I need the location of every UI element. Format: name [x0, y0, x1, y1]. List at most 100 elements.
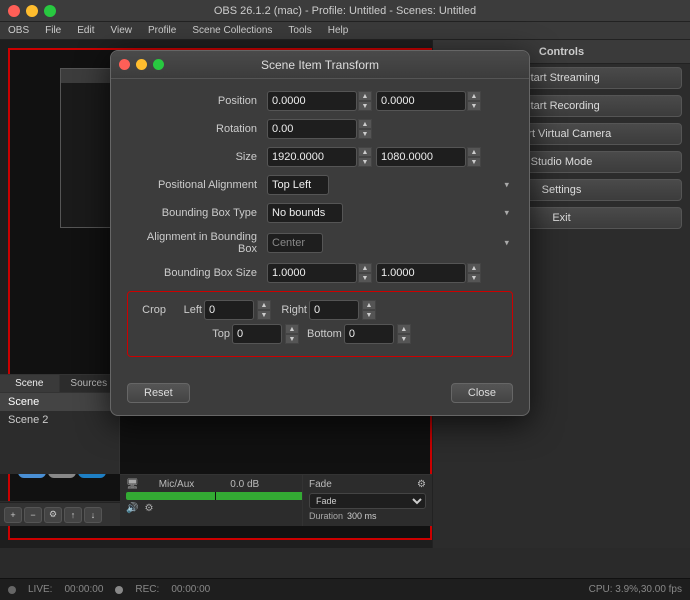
- menu-scene-collections[interactable]: Scene Collections: [188, 24, 276, 37]
- scene-item-2[interactable]: Scene 2: [0, 411, 119, 429]
- menu-view[interactable]: View: [106, 24, 136, 37]
- scenes-tabs[interactable]: Scene Sources: [0, 375, 119, 393]
- down-scene-button[interactable]: ↓: [84, 507, 102, 523]
- bounding-box-size-h-field[interactable]: ▲ ▼: [376, 263, 481, 283]
- fade-settings-icon[interactable]: ⚙: [417, 479, 426, 490]
- cpu-stats: CPU: 3.9%,30.00 fps: [589, 584, 682, 595]
- live-indicator: [8, 586, 16, 594]
- add-scene-button[interactable]: +: [4, 507, 22, 523]
- menu-obs[interactable]: OBS: [4, 24, 33, 37]
- menu-tools[interactable]: Tools: [284, 24, 315, 37]
- up-scene-button[interactable]: ↑: [64, 507, 82, 523]
- crop-section: Crop Left ▲ ▼ Right ▲: [127, 291, 513, 357]
- scene-item-1[interactable]: Scene: [0, 393, 119, 411]
- bounding-box-w-down[interactable]: ▼: [358, 273, 372, 283]
- mixer-settings-icon[interactable]: ⚙: [144, 503, 153, 514]
- crop-left-down[interactable]: ▼: [257, 310, 271, 320]
- maximize-button[interactable]: [44, 5, 56, 17]
- bounding-box-w-up[interactable]: ▲: [358, 263, 372, 273]
- position-y-field[interactable]: ▲ ▼: [376, 91, 481, 111]
- scenes-toolbar[interactable]: + − ⚙ ↑ ↓: [0, 502, 120, 526]
- dialog-window-controls[interactable]: [119, 59, 164, 70]
- crop-right-label: Right: [279, 304, 307, 316]
- positional-alignment-row: Positional Alignment Top Left: [127, 175, 513, 195]
- dialog-close-btn[interactable]: [119, 59, 130, 70]
- crop-bottom-input[interactable]: [344, 324, 394, 344]
- position-x-input[interactable]: [267, 91, 357, 111]
- size-h-field[interactable]: ▲ ▼: [376, 147, 481, 167]
- rotation-down[interactable]: ▼: [358, 129, 372, 139]
- rec-label: REC:: [135, 584, 159, 595]
- settings-scene-button[interactable]: ⚙: [44, 507, 62, 523]
- crop-left-up[interactable]: ▲: [257, 300, 271, 310]
- size-w-down[interactable]: ▼: [358, 157, 372, 167]
- tab-scene[interactable]: Scene: [0, 375, 60, 392]
- menu-bar: OBS File Edit View Profile Scene Collect…: [0, 22, 690, 40]
- crop-bottom-up[interactable]: ▲: [397, 324, 411, 334]
- dialog-footer: Reset Close: [111, 375, 529, 415]
- alignment-bounding-box-wrapper[interactable]: Center: [267, 233, 513, 253]
- position-y-input[interactable]: [376, 91, 466, 111]
- menu-help[interactable]: Help: [324, 24, 353, 37]
- size-h-input[interactable]: [376, 147, 466, 167]
- menu-profile[interactable]: Profile: [144, 24, 180, 37]
- crop-bottom-field[interactable]: Bottom ▲ ▼: [307, 324, 411, 344]
- crop-right-down[interactable]: ▼: [362, 310, 376, 320]
- bounding-box-size-w-field[interactable]: ▲ ▼: [267, 263, 372, 283]
- bounding-box-h-up[interactable]: ▲: [467, 263, 481, 273]
- positional-alignment-wrapper[interactable]: Top Left: [267, 175, 513, 195]
- position-y-up[interactable]: ▲: [467, 91, 481, 101]
- size-h-up[interactable]: ▲: [467, 147, 481, 157]
- size-w-input[interactable]: [267, 147, 357, 167]
- crop-left-input[interactable]: [204, 300, 254, 320]
- menu-file[interactable]: File: [41, 24, 65, 37]
- dialog-title: Scene Item Transform: [261, 58, 379, 72]
- fade-row: Fade ⚙ Fade Duration 300 ms: [302, 474, 432, 526]
- size-w-up[interactable]: ▲: [358, 147, 372, 157]
- crop-right-field[interactable]: Right ▲ ▼: [279, 300, 376, 320]
- window-controls[interactable]: [8, 5, 56, 17]
- rotation-up[interactable]: ▲: [358, 119, 372, 129]
- bounding-box-size-h-input[interactable]: [376, 263, 466, 283]
- rotation-field[interactable]: ▲ ▼: [267, 119, 372, 139]
- close-button[interactable]: [8, 5, 20, 17]
- bounding-box-type-select[interactable]: No bounds: [267, 203, 343, 223]
- reset-button[interactable]: Reset: [127, 383, 190, 403]
- crop-main-label: Crop: [138, 304, 166, 316]
- position-x-down[interactable]: ▼: [358, 101, 372, 111]
- crop-top-down[interactable]: ▼: [285, 334, 299, 344]
- crop-bottom-label: Bottom: [307, 328, 342, 340]
- remove-scene-button[interactable]: −: [24, 507, 42, 523]
- bounding-box-type-wrapper[interactable]: No bounds: [267, 203, 513, 223]
- position-x-field[interactable]: ▲ ▼: [267, 91, 372, 111]
- crop-top-up[interactable]: ▲: [285, 324, 299, 334]
- crop-top-input[interactable]: [232, 324, 282, 344]
- mixer-volume: 0.0 dB: [230, 479, 259, 490]
- alignment-bounding-box-select[interactable]: Center: [267, 233, 323, 253]
- close-dialog-button[interactable]: Close: [451, 383, 513, 403]
- menu-edit[interactable]: Edit: [73, 24, 98, 37]
- mixer-mute-icon[interactable]: 🔊: [126, 503, 138, 514]
- bounding-box-size-w-input[interactable]: [267, 263, 357, 283]
- minimize-button[interactable]: [26, 5, 38, 17]
- crop-top-field[interactable]: Top ▲ ▼: [202, 324, 299, 344]
- dialog-max-btn[interactable]: [153, 59, 164, 70]
- bounding-box-size-row: Bounding Box Size ▲ ▼ ▲ ▼: [127, 263, 513, 283]
- positional-alignment-select[interactable]: Top Left: [267, 175, 329, 195]
- crop-right-input[interactable]: [309, 300, 359, 320]
- position-x-up[interactable]: ▲: [358, 91, 372, 101]
- bounding-box-h-down[interactable]: ▼: [467, 273, 481, 283]
- position-y-down[interactable]: ▼: [467, 101, 481, 111]
- size-h-down[interactable]: ▼: [467, 157, 481, 167]
- fade-type-select[interactable]: Fade: [309, 493, 426, 509]
- crop-bottom-down[interactable]: ▼: [397, 334, 411, 344]
- rotation-input[interactable]: [267, 119, 357, 139]
- dialog-min-btn[interactable]: [136, 59, 147, 70]
- fade-duration: Duration 300 ms: [309, 511, 426, 521]
- size-label: Size: [127, 151, 267, 163]
- status-bar: LIVE: 00:00:00 REC: 00:00:00 CPU: 3.9%,3…: [0, 578, 690, 600]
- crop-right-up[interactable]: ▲: [362, 300, 376, 310]
- crop-left-field[interactable]: Left ▲ ▼: [174, 300, 271, 320]
- size-w-field[interactable]: ▲ ▼: [267, 147, 372, 167]
- position-label: Position: [127, 95, 267, 107]
